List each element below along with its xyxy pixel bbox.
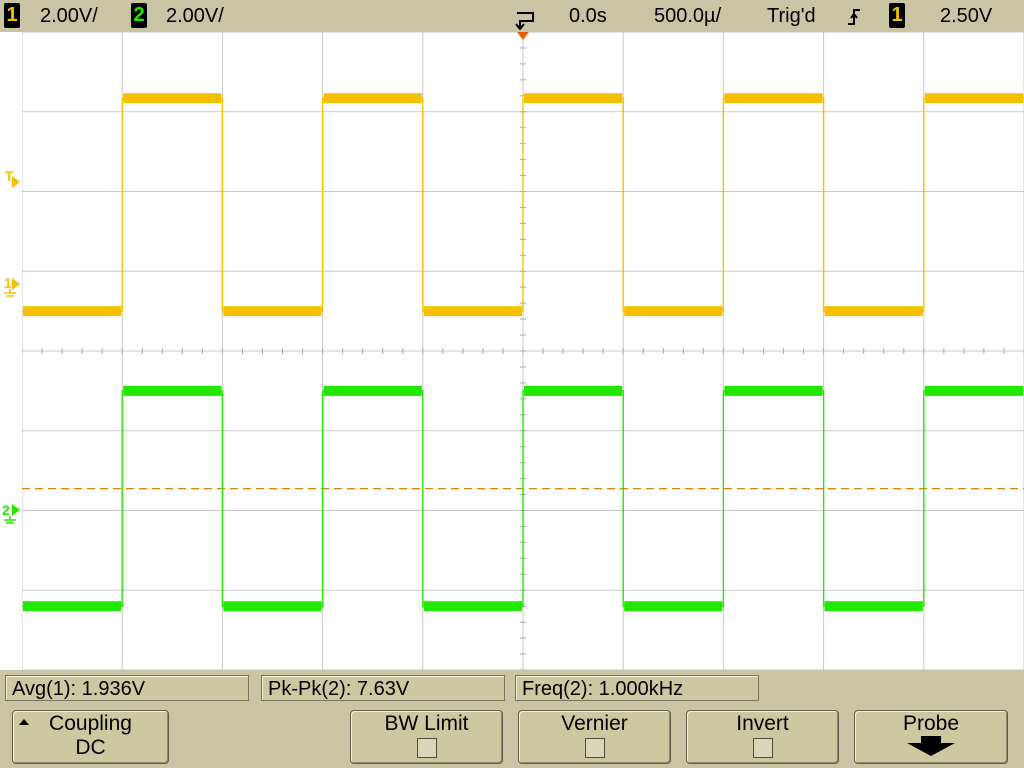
probe-softkey[interactable]: Probe <box>854 710 1008 764</box>
pkpk-measurement: Pk-Pk(2): 7.63V <box>261 675 505 701</box>
rising-edge-icon <box>848 9 860 25</box>
waveform-ch1-plateau <box>223 306 322 317</box>
bw-limit-checkbox[interactable] <box>416 738 437 758</box>
arrow-down-icon <box>907 736 955 756</box>
freq-measurement: Freq(2): 1.000kHz <box>515 675 759 701</box>
waveform-ch2-plateau <box>524 385 623 396</box>
status-bar: 1 2.00V/ 2 2.00V/ 0.0s 500.0µ/ Trig'd 1 … <box>0 0 1024 32</box>
waveform-ch1-plateau <box>423 306 522 317</box>
ch2-ground-icon <box>4 516 16 524</box>
waveform-ch1-plateau <box>524 93 623 104</box>
vernier-checkbox[interactable] <box>584 738 605 758</box>
ch1-ground-icon <box>4 289 16 297</box>
trigger-status: Trig'd <box>767 5 816 27</box>
time-delay: 0.0s <box>569 5 607 27</box>
waveform-ch2-plateau <box>924 385 1023 396</box>
trigger-level-arrow-icon <box>12 176 20 188</box>
invert-checkbox[interactable] <box>752 738 773 758</box>
vernier-softkey[interactable]: Vernier <box>518 710 671 764</box>
probe-label: Probe <box>902 712 960 735</box>
ch1-scale: 2.00V/ <box>40 5 98 27</box>
invert-label: Invert <box>736 712 789 735</box>
coupling-softkey[interactable]: Coupling DC <box>12 710 169 764</box>
ch1-badge[interactable]: 1 <box>4 3 20 28</box>
time-scale: 500.0µ/ <box>654 5 722 27</box>
ch2-badge[interactable]: 2 <box>131 3 147 28</box>
waveform-ch2-plateau <box>423 601 522 612</box>
avg-measurement: Avg(1): 1.936V <box>5 675 249 701</box>
waveform-ch2-plateau <box>824 601 923 612</box>
waveform-ch1-plateau <box>924 93 1023 104</box>
invert-softkey[interactable]: Invert <box>686 710 839 764</box>
waveform-ch1-plateau <box>23 306 122 317</box>
marker-strip <box>0 32 22 670</box>
waveform-ch1-plateau <box>123 93 222 104</box>
bw-limit-label: BW Limit <box>384 712 469 735</box>
trigger-source-badge[interactable]: 1 <box>889 3 905 28</box>
ch2-ground-arrow-icon <box>12 504 20 516</box>
waveform-ch2-plateau <box>123 385 222 396</box>
ch2-scale: 2.00V/ <box>166 5 224 27</box>
waveform-screen <box>22 32 1024 670</box>
waveform-ch1-plateau <box>724 93 823 104</box>
waveform-ch2-plateau <box>23 601 122 612</box>
waveform-ch2-plateau <box>323 385 422 396</box>
waveform-ch1-plateau <box>323 93 422 104</box>
waveform-ch2-plateau <box>624 601 723 612</box>
menu-up-icon <box>19 719 29 725</box>
waveform-ch1-plateau <box>824 306 923 317</box>
vernier-label: Vernier <box>561 712 628 735</box>
coupling-label: Coupling <box>49 712 132 735</box>
waveform-ch2-plateau <box>724 385 823 396</box>
delay-reference-icon <box>515 12 534 30</box>
oscilloscope-display: 1 2.00V/ 2 2.00V/ 0.0s 500.0µ/ Trig'd 1 … <box>0 0 1024 768</box>
coupling-value: DC <box>75 736 106 759</box>
waveform-ch2-plateau <box>223 601 322 612</box>
waveform-ch1-plateau <box>624 306 723 317</box>
trigger-level: 2.50V <box>940 5 993 27</box>
bw-limit-softkey[interactable]: BW Limit <box>350 710 503 764</box>
